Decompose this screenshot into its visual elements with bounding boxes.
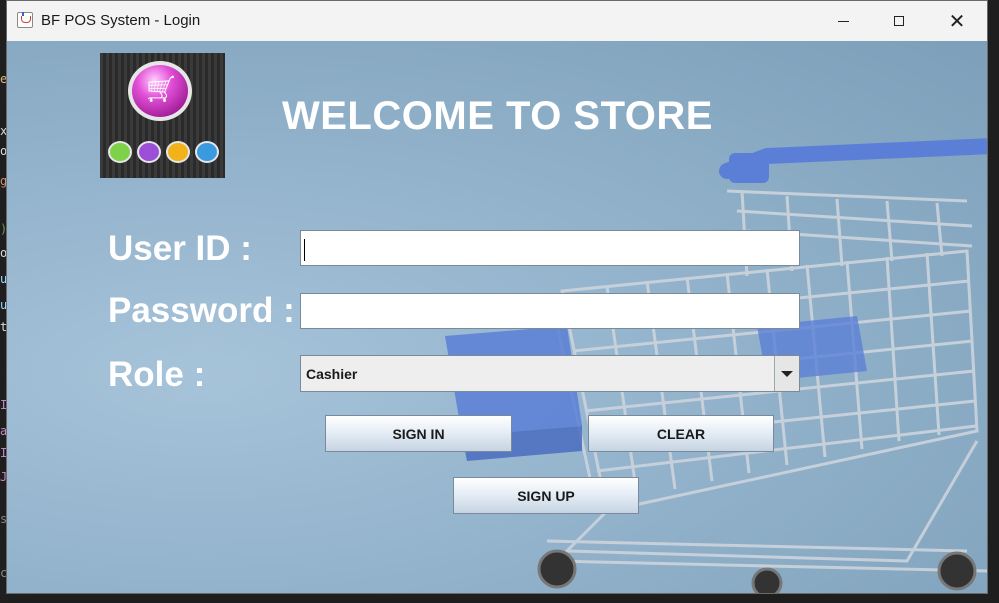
maximize-icon xyxy=(894,16,904,26)
chevron-down-icon xyxy=(781,370,793,377)
minimize-button[interactable] xyxy=(820,1,866,41)
clear-button[interactable]: CLEAR xyxy=(588,415,774,452)
window-title: BF POS System - Login xyxy=(41,12,201,29)
dropdown-arrow-button[interactable] xyxy=(774,356,799,391)
maximize-button[interactable] xyxy=(876,1,922,41)
title-bar: BF POS System - Login ✕ xyxy=(7,1,987,41)
text-caret xyxy=(304,239,305,261)
blue-cart-icon xyxy=(195,141,219,163)
login-panel: WELCOME TO STORE User ID : Password : Ro… xyxy=(7,41,987,593)
sign-in-button[interactable]: SIGN IN xyxy=(325,415,512,452)
shopping-cart-icon xyxy=(128,61,192,121)
close-icon: ✕ xyxy=(948,9,966,33)
password-label: Password : xyxy=(108,291,295,330)
minimize-icon xyxy=(837,20,849,22)
close-button[interactable]: ✕ xyxy=(934,1,980,41)
login-window: BF POS System - Login ✕ 🛒 WELCOME TO STO… xyxy=(6,0,988,594)
role-select[interactable]: Cashier xyxy=(300,355,800,392)
yellow-cart-icon xyxy=(166,141,190,163)
java-icon xyxy=(17,12,33,28)
role-label: Role : xyxy=(108,355,206,394)
user-id-label: User ID : xyxy=(108,229,252,268)
purple-cart-icon xyxy=(137,141,161,163)
welcome-heading: WELCOME TO STORE xyxy=(282,94,713,138)
green-cart-icon xyxy=(108,141,132,163)
sign-up-button[interactable]: SIGN UP xyxy=(453,477,639,514)
role-selected-value: Cashier xyxy=(306,366,358,382)
password-input[interactable] xyxy=(300,293,800,329)
user-id-input[interactable] xyxy=(300,230,800,266)
store-logo xyxy=(100,53,225,178)
